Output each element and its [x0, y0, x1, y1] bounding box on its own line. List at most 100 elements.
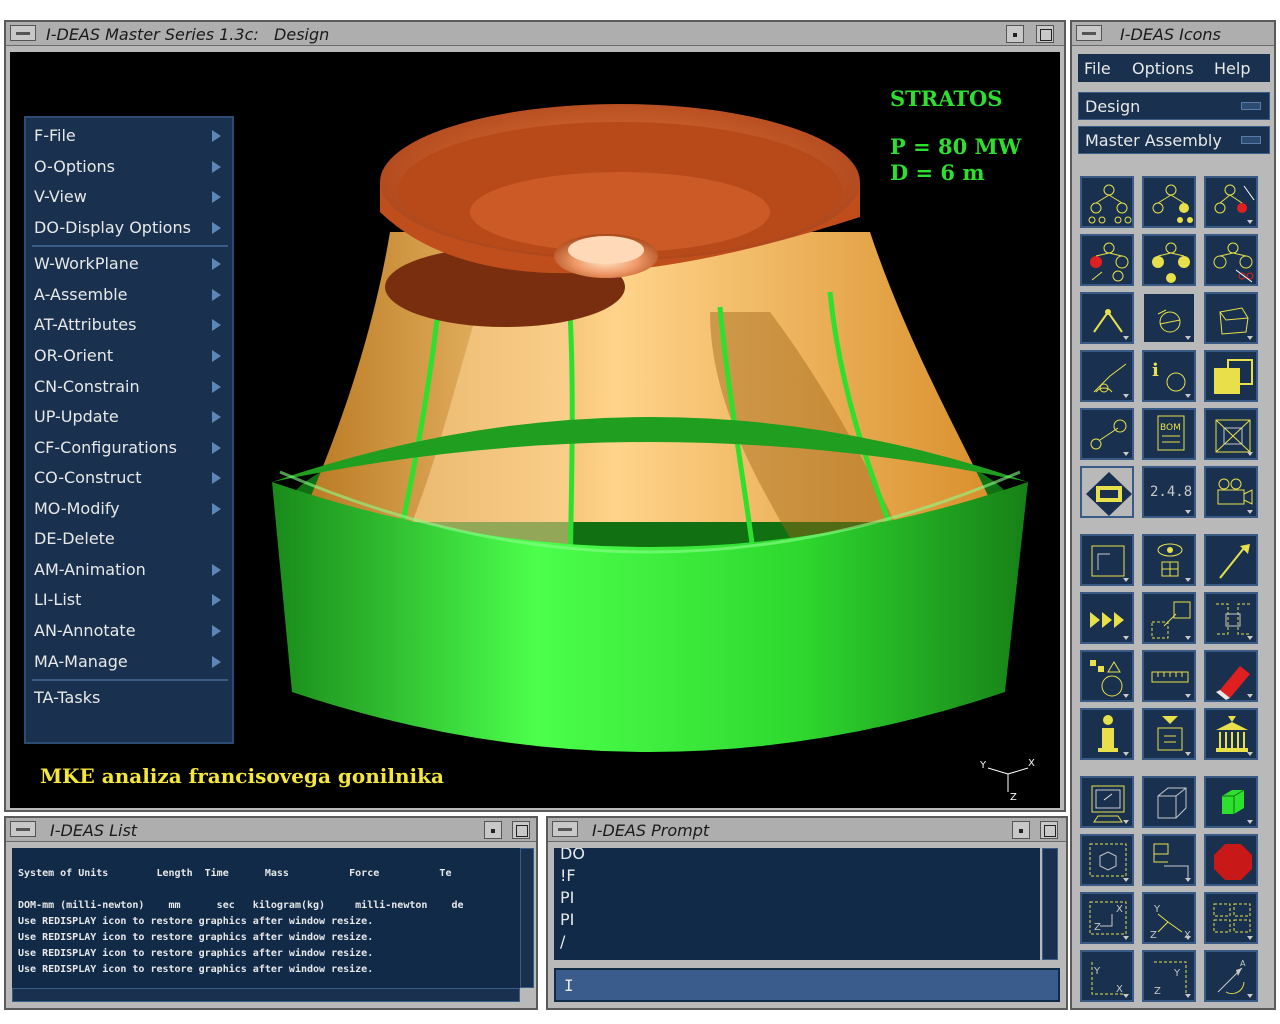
- window-menu-button[interactable]: [552, 821, 578, 837]
- fast-forward-icon[interactable]: [1080, 592, 1134, 644]
- view-isometric-icon[interactable]: YZX: [1142, 892, 1196, 944]
- svg-text:Y: Y: [1093, 966, 1101, 977]
- menu-item-configurations[interactable]: CF-Configurations: [34, 438, 177, 457]
- stop-icon[interactable]: [1204, 834, 1258, 886]
- redisplay-icon[interactable]: [1080, 776, 1134, 828]
- ruler-icon[interactable]: [1142, 650, 1196, 702]
- menu-item-tasks[interactable]: TA-Tasks: [34, 688, 100, 707]
- menu-item-view[interactable]: V-View: [34, 187, 87, 206]
- menu-item-display-options[interactable]: DO-Display Options: [34, 218, 191, 237]
- pan-view-icon[interactable]: [1142, 834, 1196, 886]
- bill-of-materials-icon[interactable]: BOM: [1142, 408, 1196, 460]
- mesh-box-icon[interactable]: [1204, 408, 1258, 460]
- library-icon[interactable]: [1204, 708, 1258, 760]
- submenu-indicator-icon: [1247, 936, 1253, 940]
- camera-icon[interactable]: [1204, 466, 1258, 518]
- maximize-button[interactable]: [512, 821, 530, 839]
- view-side-icon[interactable]: YX: [1080, 950, 1134, 1002]
- graphics-viewport[interactable]: F-File O-Options V-View DO-Display Optio…: [10, 52, 1060, 808]
- list-output-area[interactable]: System of Units Length Time Mass Force T…: [12, 848, 520, 988]
- shaded-cube-icon[interactable]: [1204, 776, 1258, 828]
- svg-text:Y: Y: [1153, 904, 1161, 915]
- catalog-part-icon[interactable]: [1204, 292, 1258, 344]
- menu-item-constrain[interactable]: CN-Constrain: [34, 377, 140, 396]
- menu-item-orient[interactable]: OR-Orient: [34, 346, 113, 365]
- tree-cut-part-icon[interactable]: [1204, 234, 1258, 286]
- menu-item-options[interactable]: O-Options: [34, 157, 115, 176]
- tree-move-part-icon[interactable]: [1142, 234, 1196, 286]
- minimize-button[interactable]: [1006, 25, 1024, 43]
- diameter-label: D = 6 m: [890, 160, 985, 185]
- icons-window-titlebar[interactable]: I-DEAS Icons: [1072, 22, 1274, 46]
- tree-add-part-icon[interactable]: [1080, 234, 1134, 286]
- constraint-pin-icon[interactable]: [1080, 292, 1134, 344]
- numbers-icon[interactable]: 2.4.8: [1142, 466, 1196, 518]
- menu-item-workplane[interactable]: W-WorkPlane: [34, 254, 139, 273]
- scale-window-icon[interactable]: [1142, 592, 1196, 644]
- menu-item-list[interactable]: LI-List: [34, 590, 81, 609]
- task-option-menu[interactable]: Master Assembly: [1078, 126, 1270, 154]
- triad-y-label: Y: [979, 760, 987, 771]
- information-icon[interactable]: [1080, 708, 1134, 760]
- rotate-view-icon[interactable]: A: [1204, 950, 1258, 1002]
- hide-show-icon[interactable]: [1142, 708, 1196, 760]
- menu-item-manage[interactable]: MA-Manage: [34, 652, 128, 671]
- fit-view-icon[interactable]: [1204, 592, 1258, 644]
- minimize-button[interactable]: [1012, 821, 1030, 839]
- view-front-icon[interactable]: ZX: [1080, 892, 1134, 944]
- window-menu-button[interactable]: [1076, 25, 1102, 41]
- menu-file[interactable]: File: [1084, 59, 1111, 78]
- list-window-titlebar[interactable]: I-DEAS List: [6, 818, 536, 842]
- wireframe-cube-icon[interactable]: [1142, 776, 1196, 828]
- maximize-button[interactable]: [1036, 25, 1054, 43]
- menu-item-attributes[interactable]: AT-Attributes: [34, 315, 136, 334]
- menu-item-delete[interactable]: DE-Delete: [34, 529, 115, 548]
- application-option-menu[interactable]: Design: [1078, 92, 1270, 120]
- menu-item-update[interactable]: UP-Update: [34, 407, 119, 426]
- view-layout-icon[interactable]: [1204, 892, 1258, 944]
- graphics-window-titlebar[interactable]: I-DEAS Master Series 1.3c: Design: [6, 22, 1064, 46]
- submenu-arrow-icon: [212, 191, 221, 203]
- list-horizontal-scrollbar[interactable]: [12, 988, 520, 1002]
- key-part-icon[interactable]: [1080, 408, 1134, 460]
- animation-film-icon[interactable]: [1080, 466, 1134, 518]
- assembly-tree-icon[interactable]: [1080, 176, 1134, 228]
- window-menu-button[interactable]: [10, 25, 36, 41]
- menu-item-construct[interactable]: CO-Construct: [34, 468, 141, 487]
- submenu-arrow-icon: [212, 442, 221, 454]
- view-eye-icon[interactable]: [1142, 534, 1196, 586]
- menu-options[interactable]: Options: [1132, 59, 1194, 78]
- layers-icon[interactable]: [1204, 350, 1258, 402]
- submenu-arrow-icon: [212, 411, 221, 423]
- submenu-indicator-icon: [1123, 336, 1129, 340]
- window-menu-button[interactable]: [10, 821, 36, 837]
- assembly-tree-edit-icon[interactable]: [1204, 176, 1258, 228]
- hardware-part-icon[interactable]: [1142, 292, 1196, 344]
- menu-item-modify[interactable]: MO-Modify: [34, 499, 120, 518]
- menu-item-file[interactable]: F-File: [34, 126, 76, 145]
- zoom-box-icon[interactable]: [1080, 834, 1134, 886]
- submenu-indicator-icon: [1185, 752, 1191, 756]
- part-info-icon[interactable]: i: [1142, 350, 1196, 402]
- paint-brush-icon[interactable]: [1204, 534, 1258, 586]
- menu-item-assemble[interactable]: A-Assemble: [34, 285, 128, 304]
- maximize-button[interactable]: [1040, 821, 1058, 839]
- prompt-vertical-scrollbar[interactable]: [1042, 848, 1058, 960]
- menu-help[interactable]: Help: [1214, 59, 1250, 78]
- view-top-icon[interactable]: ZY: [1142, 950, 1196, 1002]
- eraser-icon[interactable]: [1204, 650, 1258, 702]
- minimize-button[interactable]: [484, 821, 502, 839]
- menu-item-animation[interactable]: AM-Animation: [34, 560, 146, 579]
- prompt-history-area[interactable]: DO !F PI PI /: [554, 848, 1040, 960]
- svg-text:Z: Z: [1094, 922, 1101, 933]
- menu-item-annotate[interactable]: AN-Annotate: [34, 621, 136, 640]
- shapes-icon[interactable]: [1080, 650, 1134, 702]
- sketch-icon[interactable]: [1080, 534, 1134, 586]
- submenu-indicator-icon: [1123, 694, 1129, 698]
- menu-separator: [32, 245, 228, 247]
- measure-angle-icon[interactable]: [1080, 350, 1134, 402]
- list-vertical-scrollbar[interactable]: [520, 848, 534, 988]
- assembly-tree-select-icon[interactable]: [1142, 176, 1196, 228]
- prompt-window-titlebar[interactable]: I-DEAS Prompt: [548, 818, 1066, 842]
- command-input[interactable]: I: [554, 968, 1060, 1002]
